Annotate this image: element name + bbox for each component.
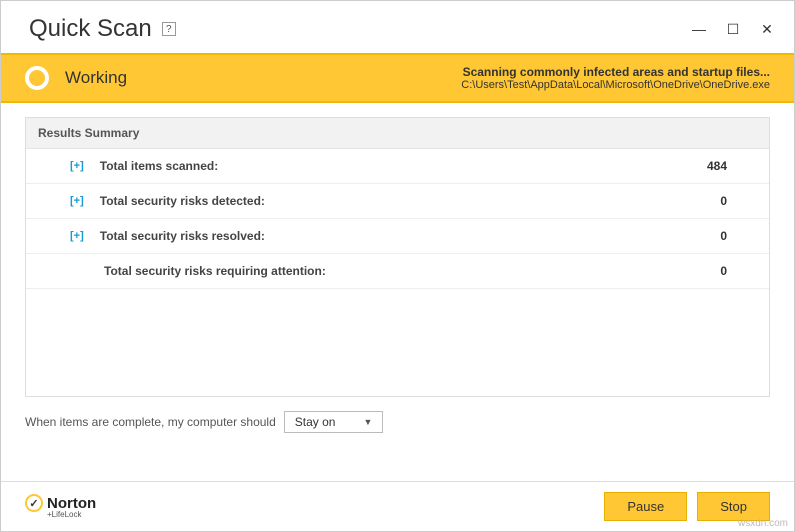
window-title: Quick Scan: [29, 15, 152, 43]
completion-prompt: When items are complete, my computer sho…: [25, 415, 276, 429]
titlebar: Quick Scan ? — ☐ ✕: [1, 1, 794, 53]
result-row-items-scanned: [+] Total items scanned: 484: [26, 149, 769, 184]
spinner-icon: [25, 66, 49, 90]
watermark: wsxdn.com: [738, 518, 788, 529]
minimize-button[interactable]: —: [690, 21, 708, 37]
result-row-risks-detected: [+] Total security risks detected: 0: [26, 184, 769, 219]
result-row-risks-resolved: [+] Total security risks resolved: 0: [26, 219, 769, 254]
row-label: Total items scanned:: [100, 159, 218, 173]
status-label: Working: [65, 68, 127, 88]
status-path: C:\Users\Test\AppData\Local\Microsoft\On…: [461, 79, 770, 91]
logo-check-icon: ✓: [25, 494, 43, 512]
content-area: Results Summary [+] Total items scanned:…: [1, 103, 794, 397]
row-label: Total security risks requiring attention…: [104, 264, 326, 278]
completion-option: When items are complete, my computer sho…: [1, 397, 794, 433]
stop-button[interactable]: Stop: [697, 492, 770, 521]
row-value: 0: [720, 229, 727, 243]
close-button[interactable]: ✕: [758, 21, 776, 38]
row-value: 0: [720, 264, 727, 278]
row-label: Total security risks resolved:: [100, 229, 265, 243]
expand-icon[interactable]: [+]: [70, 230, 84, 242]
expand-icon[interactable]: [+]: [70, 195, 84, 207]
maximize-button[interactable]: ☐: [724, 21, 742, 38]
status-message: Scanning commonly infected areas and sta…: [461, 65, 770, 79]
status-details: Scanning commonly infected areas and sta…: [461, 65, 770, 91]
pause-button[interactable]: Pause: [604, 492, 687, 521]
brand-name: Norton: [47, 496, 96, 511]
window-controls: — ☐ ✕: [690, 21, 776, 38]
results-panel: Results Summary [+] Total items scanned:…: [25, 117, 770, 397]
dropdown-selected: Stay on: [295, 415, 336, 429]
row-value: 0: [720, 194, 727, 208]
help-icon[interactable]: ?: [162, 22, 176, 36]
expand-icon[interactable]: [+]: [70, 160, 84, 172]
bottom-bar: ✓ Norton +LifeLock Pause Stop: [1, 481, 794, 531]
completion-dropdown[interactable]: Stay on ▼: [284, 411, 384, 433]
brand-logo: ✓ Norton +LifeLock: [25, 494, 96, 519]
status-bar: Working Scanning commonly infected areas…: [1, 53, 794, 103]
action-buttons: Pause Stop: [604, 492, 770, 521]
results-header: Results Summary: [26, 118, 769, 149]
row-label: Total security risks detected:: [100, 194, 265, 208]
row-value: 484: [707, 159, 727, 173]
result-row-risks-attention: Total security risks requiring attention…: [26, 254, 769, 289]
chevron-down-icon: ▼: [363, 417, 372, 427]
